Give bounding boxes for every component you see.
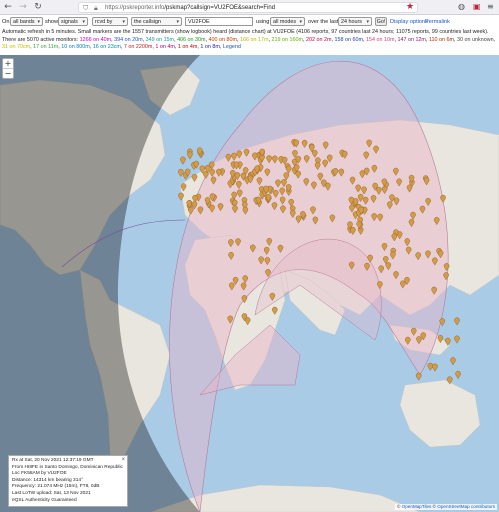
band-count[interactable]: 1 on 4m [178, 44, 197, 50]
band-count[interactable]: 400 on 80m [209, 37, 237, 43]
band-count[interactable]: 394 on 20m [114, 37, 142, 43]
station-popup: × Rx at Sat, 20 Nov 2021 12:37:19 GMT Fr… [8, 455, 128, 508]
popup-line: Rx at Sat, 20 Nov 2021 12:37:19 GMT [12, 458, 94, 463]
using-label: using [256, 19, 270, 25]
band-count[interactable]: 202 on 2m [306, 37, 331, 43]
bookmark-star-icon[interactable]: ★ [406, 2, 414, 12]
band-count[interactable]: Legend [223, 44, 241, 50]
spot-marker [450, 357, 456, 366]
lock-icon[interactable]: 🔒︎ [94, 4, 98, 12]
browser-toolbar: ← → ↻ ⛉ 🔒︎ https://pskreporter.info/pskm… [0, 0, 499, 15]
popup-line: Last LoTW upload: Sat, 13 Nov 2021 [12, 490, 91, 496]
band-count[interactable]: 31 on 70cm [2, 44, 30, 50]
spot-marker [455, 371, 461, 379]
extension-badge-icon[interactable]: ▣ [473, 2, 481, 12]
query-controls: On all bands show signals rcvd by the ca… [0, 15, 499, 29]
menu-icon[interactable]: ≡ [487, 2, 494, 12]
band-count[interactable]: 10 on 800m [61, 44, 89, 50]
monitors-prefix: There are 5070 active monitors: [2, 37, 79, 43]
callsign-mode-select[interactable]: the callsign [131, 17, 182, 26]
arrow-left-icon[interactable]: ← [3, 2, 13, 12]
spot-marker [432, 363, 438, 372]
band-count[interactable]: 406 on 30m [177, 37, 205, 43]
bands-select[interactable]: all bands [10, 17, 43, 26]
spot-marker [178, 169, 184, 177]
band-count[interactable]: 7 on 2200m [124, 44, 152, 50]
shield-account-icon[interactable]: ◍ [458, 2, 465, 12]
band-count[interactable]: 17 on 11m [33, 44, 58, 50]
shield-icon[interactable]: ⛉ [83, 4, 88, 12]
show-select[interactable]: signals [58, 17, 88, 26]
direction-select[interactable]: rcvd by [92, 17, 128, 26]
map-attribution: © OpenMapTiles © OpenStreetMap contribut… [394, 504, 497, 510]
band-count[interactable]: 147 on 12m [397, 37, 425, 43]
band-count[interactable]: 154 on 10m [366, 37, 394, 43]
band-count[interactable]: 110 on 6m [429, 37, 454, 43]
zoom-control: + − [2, 58, 14, 79]
spot-marker [187, 151, 193, 160]
band-summary: There are 5070 active monitors: 1266 on … [2, 37, 496, 50]
spot-marker [415, 372, 422, 381]
go-button[interactable]: Go! [375, 17, 387, 26]
show-label: show [45, 19, 59, 25]
on-label: On [2, 19, 10, 25]
arrow-right-icon[interactable]: → [18, 2, 28, 12]
close-icon[interactable]: × [121, 457, 125, 464]
night-shade [0, 55, 200, 512]
band-count[interactable]: 349 on 15m [146, 37, 174, 43]
map-view[interactable]: + − × Rx at Sat, 20 Nov 2021 12:37:19 GM… [0, 55, 499, 512]
zoom-in-button[interactable]: + [3, 59, 13, 69]
osm-link[interactable]: OpenStreetMap contributors [437, 504, 495, 509]
permalink-link[interactable]: Permalink [425, 19, 450, 25]
spot-marker [427, 362, 434, 371]
band-count[interactable]: 158 on 60m [334, 37, 362, 43]
band-count[interactable]: 30 on unknown [457, 37, 494, 43]
band-count[interactable]: 1 on 4m [155, 44, 174, 50]
over-label: over the last [308, 19, 339, 25]
modes-select[interactable]: all modes [270, 17, 305, 26]
openmaptiles-link[interactable]: OpenMapTiles [402, 504, 432, 509]
band-count[interactable]: 1266 on 40m [80, 37, 111, 43]
zoom-out-button[interactable]: − [3, 69, 13, 78]
popup-line: Frequency: 21.074 MHz (15m), FT8, 0dB [12, 484, 100, 490]
popup-line: Loc FK58AM by VU2FOE [12, 471, 67, 477]
band-count[interactable]: 219 on 160m [272, 37, 303, 43]
spot-marker [180, 156, 186, 165]
reload-icon[interactable]: ↻ [33, 2, 43, 12]
callsign-input[interactable]: VU2FOE [185, 17, 253, 26]
spot-marker [454, 335, 460, 344]
band-count[interactable]: 16 on 23cm [93, 44, 121, 50]
refresh-info: Automatic refresh in 5 minutes. Small ma… [2, 29, 489, 35]
popup-line: eQSL Authenticity Guaranteed [12, 497, 77, 503]
band-count[interactable]: 1 on 8m [200, 44, 219, 50]
url-text: https://pskreporter.info/pskmap?callsign… [105, 5, 276, 11]
world-map [0, 55, 499, 512]
spot-marker [454, 317, 460, 326]
display-options-link[interactable]: Display options [390, 19, 428, 25]
period-select[interactable]: 24 hours [338, 17, 372, 26]
url-bar[interactable]: ⛉ 🔒︎ https://pskreporter.info/pskmap?cal… [78, 2, 418, 13]
band-count[interactable]: 166 on 17m [240, 37, 268, 43]
